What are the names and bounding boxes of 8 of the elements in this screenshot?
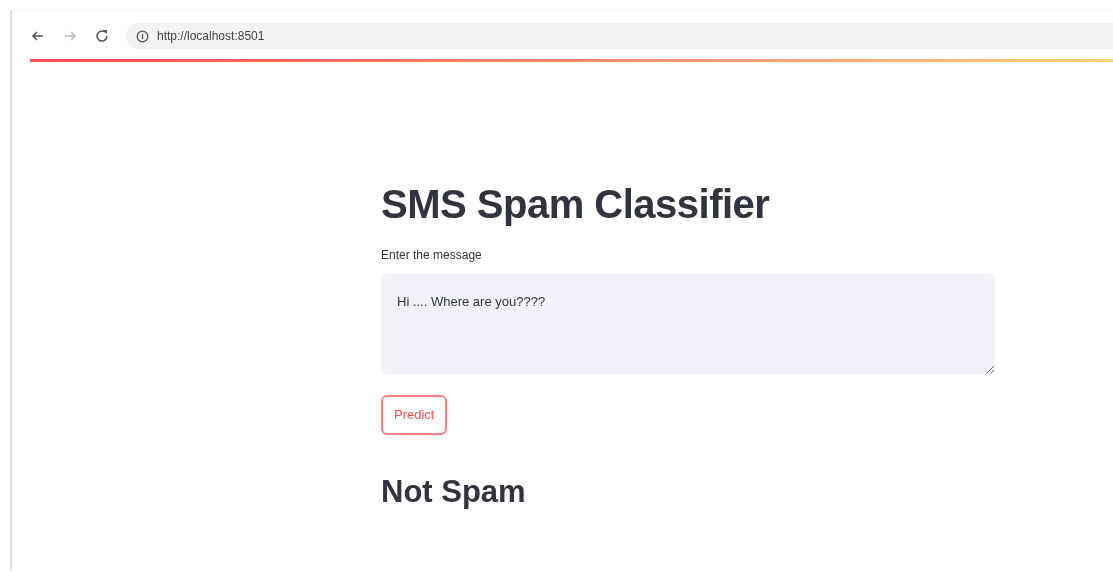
address-bar[interactable]: http://localhost:8501 bbox=[126, 23, 1113, 49]
reload-icon[interactable] bbox=[94, 28, 110, 44]
app-title: SMS Spam Classifier bbox=[381, 181, 771, 228]
message-input-field[interactable]: Hi .... Where are you???? bbox=[381, 274, 995, 374]
info-icon[interactable] bbox=[136, 29, 149, 43]
result-text: Not Spam bbox=[381, 472, 527, 511]
input-label: Enter the message bbox=[381, 247, 483, 264]
url-text: http://localhost:8501 bbox=[157, 28, 265, 45]
